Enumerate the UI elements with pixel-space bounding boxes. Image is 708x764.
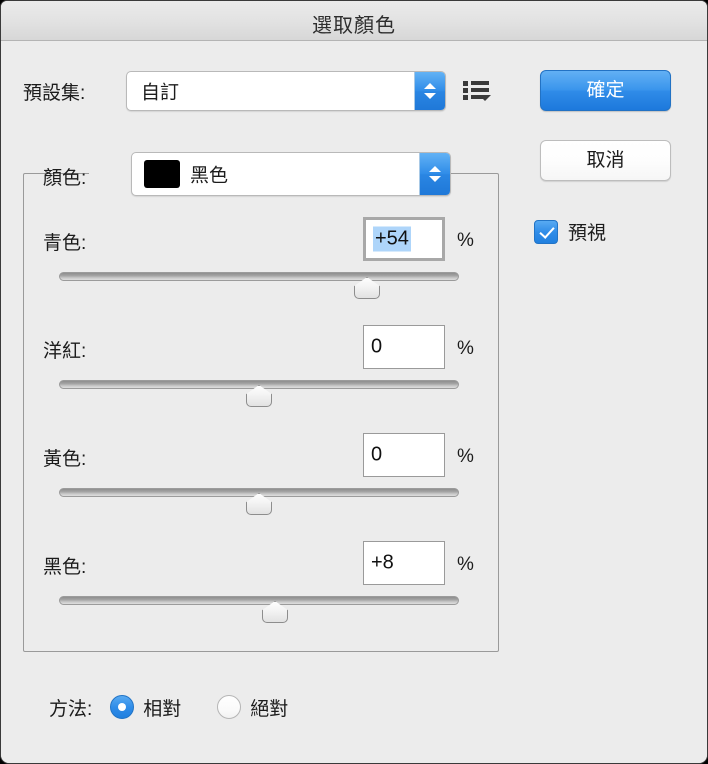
slider-track[interactable]: [59, 272, 459, 281]
chevron-up-icon: [429, 166, 441, 172]
preset-stepper[interactable]: [414, 72, 445, 110]
preview-checkbox-row[interactable]: 預視: [534, 218, 606, 245]
method-option-relative[interactable]: 相對: [110, 694, 181, 721]
channel-row-magenta: 洋紅: 0 %: [1, 320, 499, 428]
channel-value-text: +8: [371, 551, 394, 574]
dialog-content: 預設集: 自訂 確定 取消 預視 顏色: 黑色 青色: +54 % 洋紅: 0 …: [1, 42, 707, 763]
chevron-up-icon: [424, 83, 436, 89]
channel-label: 黑色:: [43, 557, 87, 578]
preset-value: 自訂: [141, 82, 180, 104]
channel-value-text: 0: [371, 443, 383, 466]
color-swatch: [144, 160, 180, 188]
channel-slider[interactable]: [59, 483, 459, 515]
method-label: 方法:: [49, 698, 93, 720]
window-title: 選取顏色: [312, 15, 396, 37]
chevron-down-icon: [429, 176, 441, 182]
channel-slider[interactable]: [59, 375, 459, 407]
channel-label: 青色:: [43, 233, 87, 254]
selective-color-dialog: 選取顏色 預設集: 自訂 確定 取消 預視 顏色: 黑色 青色: +54 % 洋…: [0, 0, 708, 764]
preview-checkbox[interactable]: [534, 219, 558, 244]
slider-thumb[interactable]: [354, 277, 380, 299]
channel-value-input[interactable]: 0: [363, 325, 445, 369]
preview-label: 預視: [568, 223, 607, 244]
method-option-label: 絕對: [250, 698, 289, 720]
channel-row-black: 黑色: +8 %: [1, 536, 499, 644]
channel-value-input[interactable]: +8: [363, 541, 445, 585]
channel-row-yellow: 黃色: 0 %: [1, 428, 499, 536]
list-options-icon[interactable]: [463, 81, 493, 103]
color-value: 黑色: [190, 165, 229, 187]
method-option-label: 相對: [143, 698, 182, 720]
channel-value-text: 0: [371, 335, 383, 358]
slider-thumb[interactable]: [246, 493, 272, 515]
channel-slider[interactable]: [59, 267, 459, 299]
slider-track[interactable]: [59, 596, 459, 605]
color-combobox[interactable]: 黑色: [131, 152, 451, 196]
slider-thumb[interactable]: [246, 385, 272, 407]
channel-label: 洋紅:: [43, 341, 87, 362]
channel-row-cyan: 青色: +54 %: [1, 212, 499, 320]
percent-label: %: [457, 446, 474, 467]
ok-button[interactable]: 確定: [540, 70, 671, 111]
channel-value-input[interactable]: +54: [363, 217, 445, 261]
channel-label: 黃色:: [43, 449, 87, 470]
channel-value-input[interactable]: 0: [363, 433, 445, 477]
chevron-down-icon: [424, 93, 436, 99]
method-row: 方法: 相對 絕對: [1, 687, 324, 727]
method-option-absolute[interactable]: 絕對: [217, 694, 288, 721]
percent-label: %: [457, 554, 474, 575]
cancel-button[interactable]: 取消: [540, 140, 671, 181]
channel-slider[interactable]: [59, 591, 459, 623]
percent-label: %: [457, 230, 474, 251]
method-radio-group: 相對 絕對: [110, 694, 324, 721]
color-label: 顏色:: [43, 168, 87, 189]
radio-relative[interactable]: [110, 695, 135, 719]
slider-thumb[interactable]: [262, 601, 288, 623]
radio-absolute[interactable]: [217, 695, 242, 719]
chevron-down-icon: [479, 95, 491, 101]
color-stepper[interactable]: [419, 153, 450, 195]
color-row: 顏色: 黑色: [1, 152, 521, 198]
preset-label: 預設集:: [23, 83, 86, 104]
preset-combobox[interactable]: 自訂: [126, 71, 446, 111]
channel-value-text: +54: [373, 226, 411, 252]
percent-label: %: [457, 338, 474, 359]
title-bar: 選取顏色: [1, 1, 707, 41]
